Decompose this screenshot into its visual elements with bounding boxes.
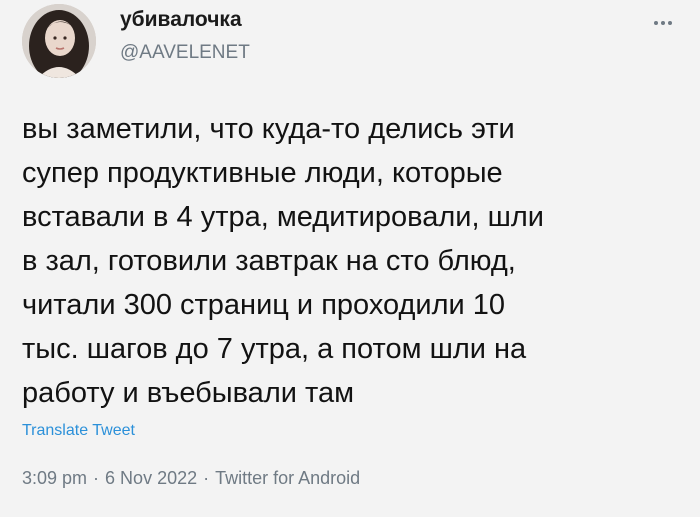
user-handle[interactable]: @AAVELENET <box>120 42 250 64</box>
tweet-time[interactable]: 3:09 pm <box>22 468 87 489</box>
tweet-date[interactable]: 6 Nov 2022 <box>105 468 197 489</box>
tweet-source[interactable]: Twitter for Android <box>215 468 360 489</box>
tweet-metadata: 3:09 pm · 6 Nov 2022 · Twitter for Android <box>22 468 360 489</box>
ellipsis-icon <box>654 21 658 25</box>
profile-photo <box>22 4 96 78</box>
tweet-text: вы заметили, что куда-то делись эти супе… <box>22 113 544 409</box>
ellipsis-icon <box>668 21 672 25</box>
translate-tweet-link[interactable]: Translate Tweet <box>22 422 135 440</box>
separator: · <box>203 468 210 488</box>
avatar[interactable] <box>22 4 96 78</box>
separator: · <box>93 468 100 488</box>
tweet-card: убивалочка @AAVELENET вы заметили, что к… <box>0 0 700 517</box>
ellipsis-icon <box>661 21 665 25</box>
more-options-button[interactable] <box>646 12 680 34</box>
display-name[interactable]: убивалочка <box>120 8 242 32</box>
